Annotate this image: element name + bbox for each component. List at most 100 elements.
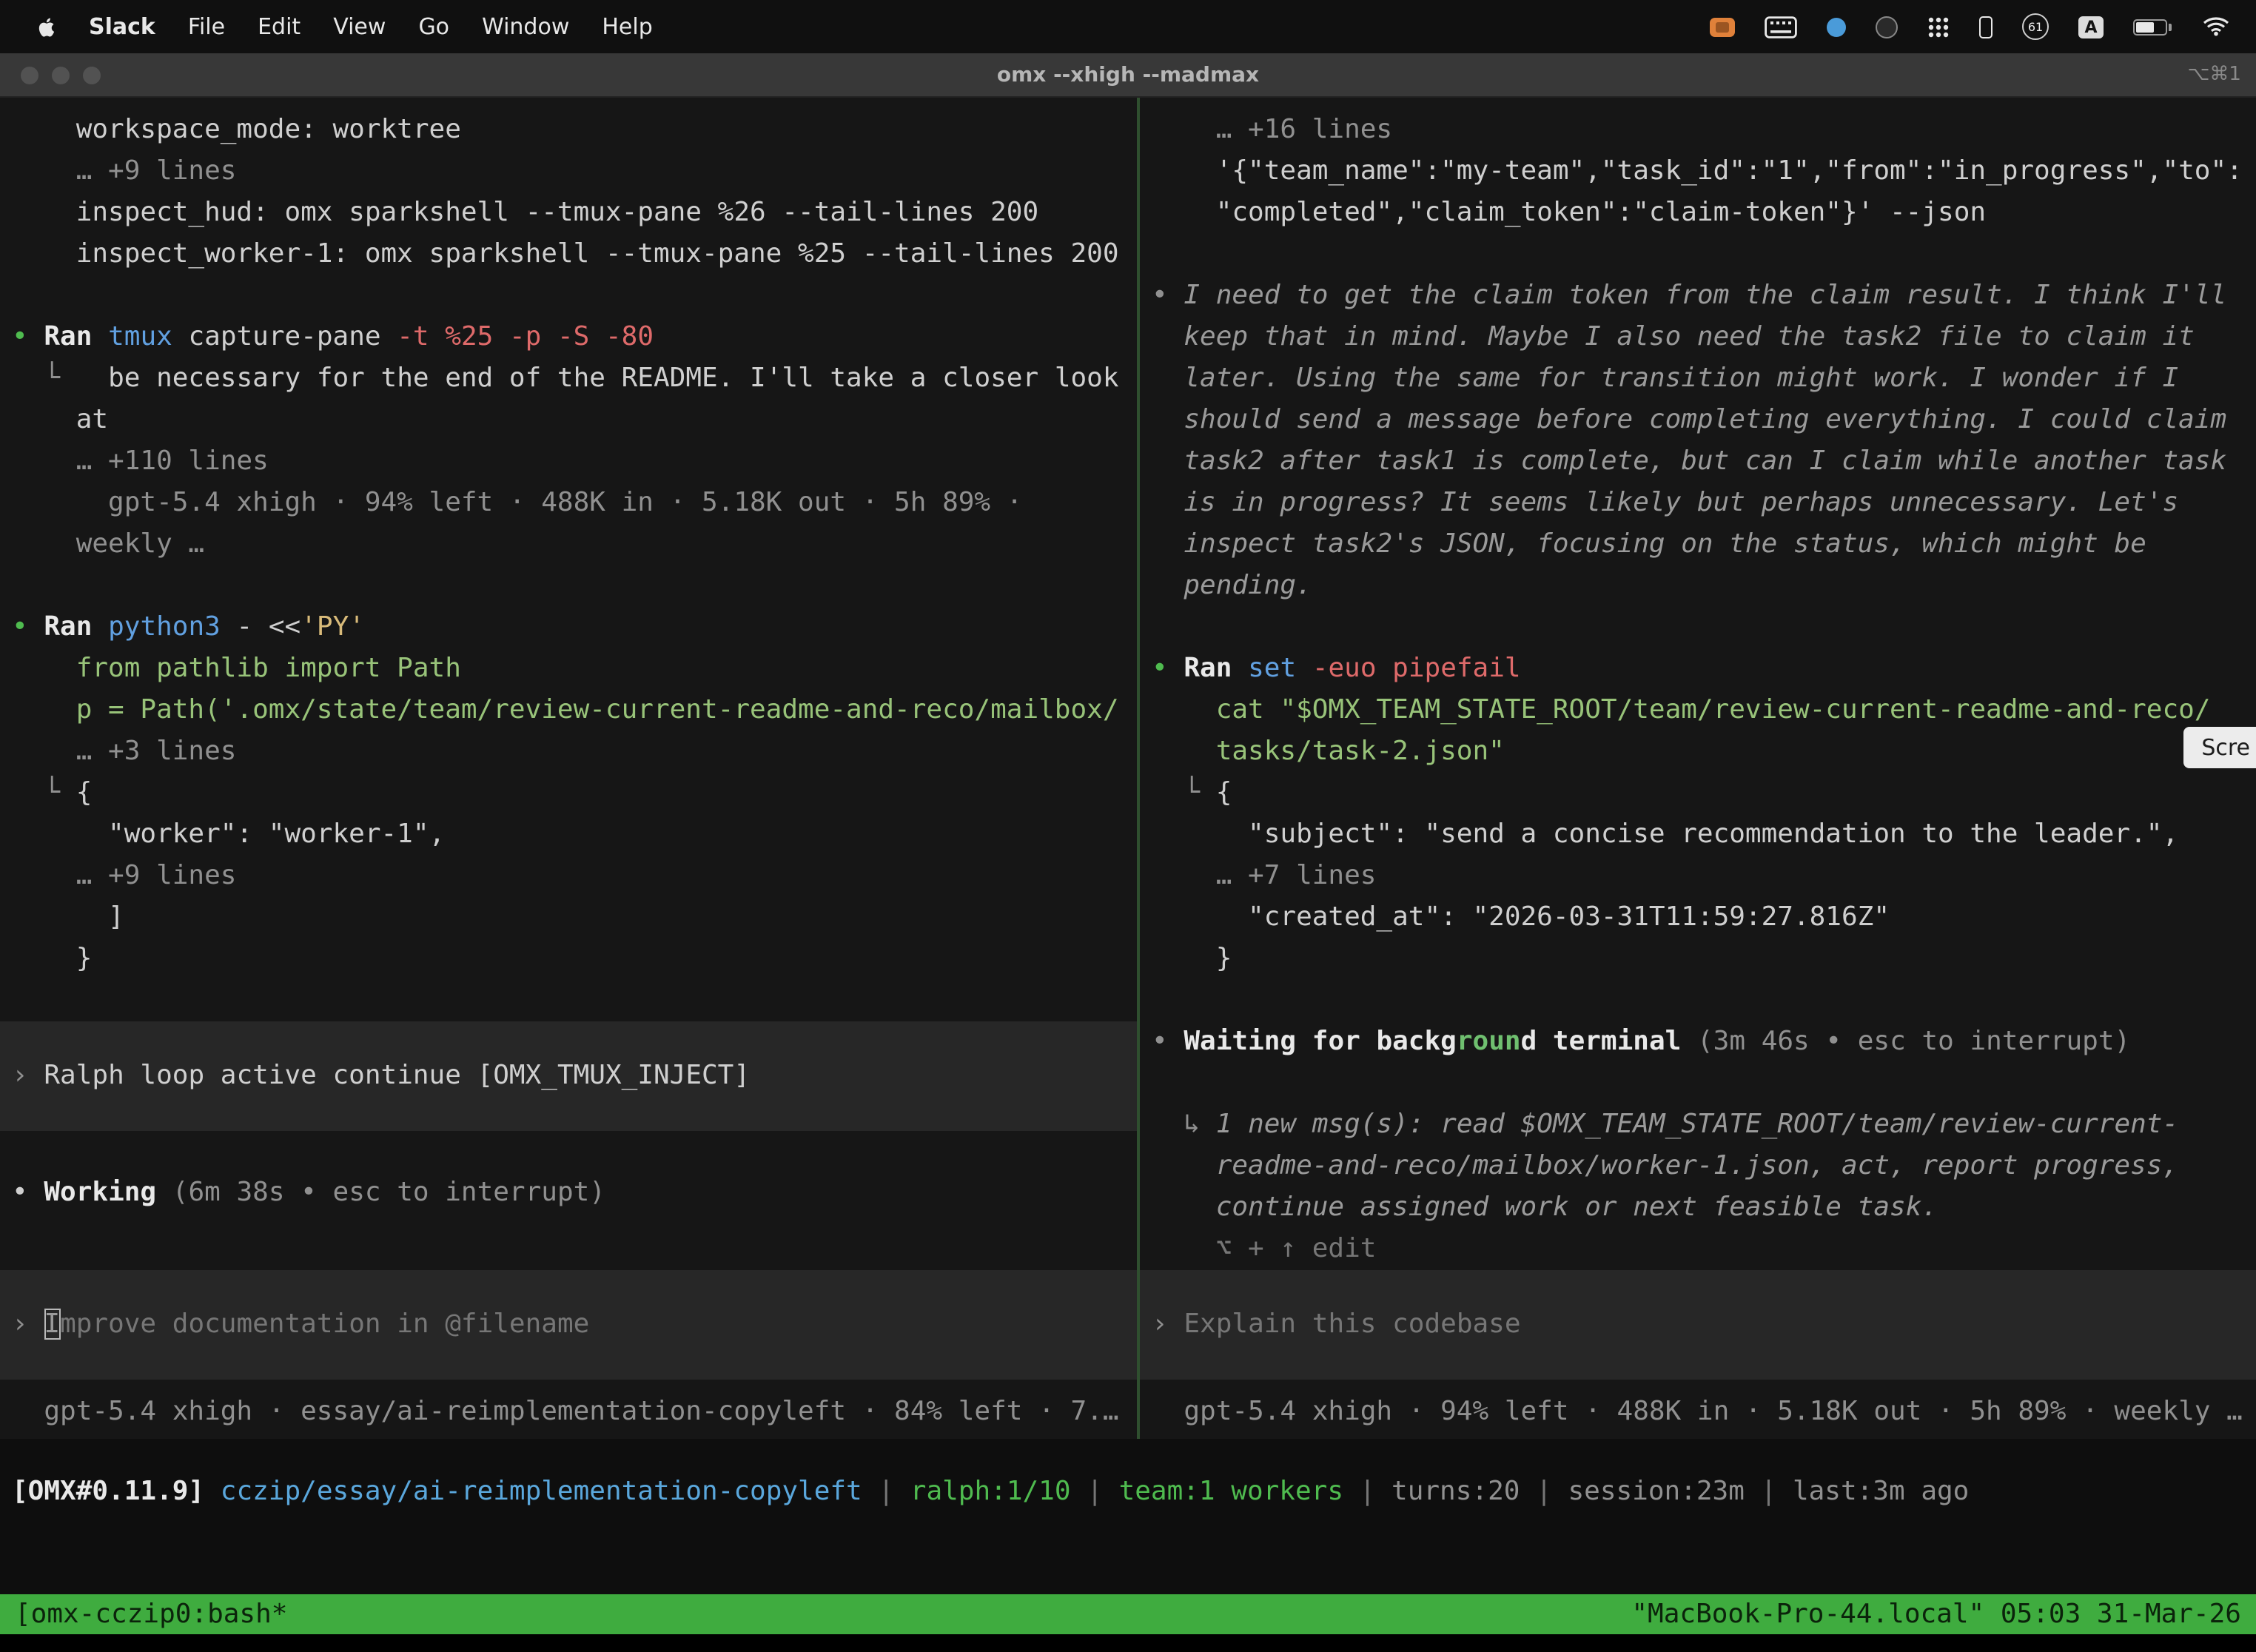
menu-view[interactable]: View [317,13,402,40]
terminal-line: p = Path('.omx/state/team/review-current… [0,690,1137,731]
ralph-loop-input[interactable]: › Ralph loop active continue [OMX_TMUX_I… [0,1021,1137,1131]
window-titlebar[interactable]: omx --xhigh --madmax ⌥⌘1 [0,53,2256,98]
terminal-line: • I need to get the claim token from the… [1140,275,2256,317]
terminal-line: "worker": "worker-1", [0,814,1137,856]
terminal-line: later. Using the same for transition mig… [1140,358,2256,400]
terminal-line: └ be necessary for the end of the README… [0,358,1137,400]
terminal-line [0,275,1137,317]
terminal-line: • Working (6m 38s • esc to interrupt) [0,1172,1137,1214]
right-terminal-pane[interactable]: … +16 lines '{"team_name":"my-team","tas… [1140,98,2256,1439]
terminal-line [0,980,1137,1021]
app-circle-icon[interactable] [1876,16,1898,38]
terminal-line: tasks/task-2.json" [1140,731,2256,773]
terminal-line [0,565,1137,607]
tmux-session-info: [omx-cczip0:bash* [15,1599,287,1630]
traffic-lights [21,66,101,84]
close-button[interactable] [21,66,38,84]
terminal-line: at [0,400,1137,441]
left-pane-status-line: gpt-5.4 xhigh · essay/ai-reimplementatio… [0,1391,1137,1433]
apple-menu[interactable] [21,14,73,39]
terminal-line: … +9 lines [0,856,1137,897]
terminal-line: readme-and-reco/mailbox/worker-1.json, a… [1140,1146,2256,1187]
screenshot-overlay[interactable]: Scre [2183,727,2256,768]
terminal-line: └ { [0,773,1137,814]
tmux-status-bar: [omx-cczip0:bash* "MacBook-Pro-44.local"… [0,1594,2256,1634]
menu-edit[interactable]: Edit [241,13,317,40]
terminal-line: task2 after task1 is complete, but can I… [1140,441,2256,483]
terminal-line [0,1131,1137,1172]
explain-codebase-prompt[interactable]: › Explain this codebase [1140,1270,2256,1380]
menu-go[interactable]: Go [402,13,466,40]
terminal-line [1140,980,2256,1021]
right-pane-status-line: gpt-5.4 xhigh · 94% left · 488K in · 5.1… [1140,1391,2256,1433]
terminal-area: workspace_mode: worktree … +9 lines insp… [0,98,2256,1439]
battery-icon[interactable] [2133,19,2167,35]
terminal-line: • Ran set -euo pipefail [1140,648,2256,690]
wifi-icon[interactable] [2203,16,2229,37]
battery-fill [2136,21,2154,32]
bottom-strip [0,1634,2256,1652]
terminal-line [0,1214,1137,1255]
terminal-line: "completed","claim_token":"claim-token"}… [1140,192,2256,234]
terminal-line [1140,234,2256,275]
terminal-line: • Waiting for background terminal (3m 46… [1140,1021,2256,1063]
window-title: omx --xhigh --madmax [0,63,2256,87]
terminal-line: • Ran tmux capture-pane -t %25 -p -S -80 [0,317,1137,358]
input-source-icon[interactable]: A [2078,16,2104,38]
terminal-line: cat "$OMX_TEAM_STATE_ROOT/team/review-cu… [1140,690,2256,731]
terminal-line: … +9 lines [0,151,1137,192]
terminal-line: └ { [1140,773,2256,814]
menu-window[interactable]: Window [466,13,585,40]
terminal-line: pending. [1140,565,2256,607]
device-icon[interactable] [1979,16,1993,38]
terminal-line: ↳ 1 new msg(s): read $OMX_TEAM_STATE_ROO… [1140,1104,2256,1146]
terminal-line: continue assigned work or next feasible … [1140,1187,2256,1229]
terminal-line: should send a message before completing … [1140,400,2256,441]
terminal-line: inspect_worker-1: omx sparkshell --tmux-… [0,234,1137,275]
zoom-button[interactable] [83,66,101,84]
terminal-line: inspect task2's JSON, focusing on the st… [1140,524,2256,565]
omx-footer: [OMX#0.11.9] cczip/essay/ai-reimplementa… [0,1439,2256,1594]
terminal-line: inspect_hud: omx sparkshell --tmux-pane … [0,192,1137,234]
terminal-line: … +110 lines [0,441,1137,483]
menu-help[interactable]: Help [585,13,668,40]
screen: Slack FileEditViewGoWindowHelp 61 A omx … [0,0,2256,1652]
terminal-line: … +7 lines [1140,856,2256,897]
terminal-line: is in progress? It seems likely but perh… [1140,483,2256,524]
terminal-line: keep that in mind. Maybe I also need the… [1140,317,2256,358]
terminal-line: workspace_mode: worktree [0,110,1137,151]
apple-icon [36,14,58,39]
keyboard-icon[interactable] [1765,16,1797,38]
terminal-line: ] [0,897,1137,939]
terminal-line [1140,1063,2256,1104]
tmux-host-clock: "MacBook-Pro-44.local" 05:03 31-Mar-26 [1631,1599,2241,1630]
terminal-line: "created_at": "2026-03-31T11:59:27.816Z" [1140,897,2256,939]
terminal-line: "subject": "send a concise recommendatio… [1140,814,2256,856]
droplet-icon[interactable] [1827,17,1846,36]
terminal-line: … +3 lines [0,731,1137,773]
terminal-line: • Ran python3 - <<'PY' [0,607,1137,648]
improve-documentation-prompt[interactable]: › Improve documentation in @filename [0,1270,1137,1380]
terminal-line [1140,607,2256,648]
menubar-left: Slack FileEditViewGoWindowHelp [21,13,669,40]
left-terminal-pane[interactable]: workspace_mode: worktree … +9 lines insp… [0,98,1137,1439]
menubar-status-icons: 61 A [1710,13,2235,40]
dots-grid-icon[interactable] [1927,16,1950,38]
battery-tip [2169,24,2172,31]
battery-gauge-icon[interactable]: 61 [2022,13,2049,40]
macos-menubar: Slack FileEditViewGoWindowHelp 61 A [0,0,2256,53]
terminal-line: } [0,939,1137,980]
terminal-line: '{"team_name":"my-team","task_id":"1","f… [1140,151,2256,192]
terminal-line: from pathlib import Path [0,648,1137,690]
screen-recording-indicator-icon[interactable] [1710,17,1735,36]
minimize-button[interactable] [52,66,70,84]
omx-status-line: [OMX#0.11.9] cczip/essay/ai-reimplementa… [12,1471,2256,1513]
menu-file[interactable]: File [172,13,241,40]
terminal-line: weekly … [0,524,1137,565]
terminal-line: … +16 lines [1140,110,2256,151]
terminal-line: ⌥ + ↑ edit [1140,1229,2256,1270]
terminal-line: gpt-5.4 xhigh · 94% left · 488K in · 5.1… [0,483,1137,524]
active-app-name[interactable]: Slack [73,13,172,40]
menubar-menus: FileEditViewGoWindowHelp [172,13,669,40]
terminal-line: } [1140,939,2256,980]
